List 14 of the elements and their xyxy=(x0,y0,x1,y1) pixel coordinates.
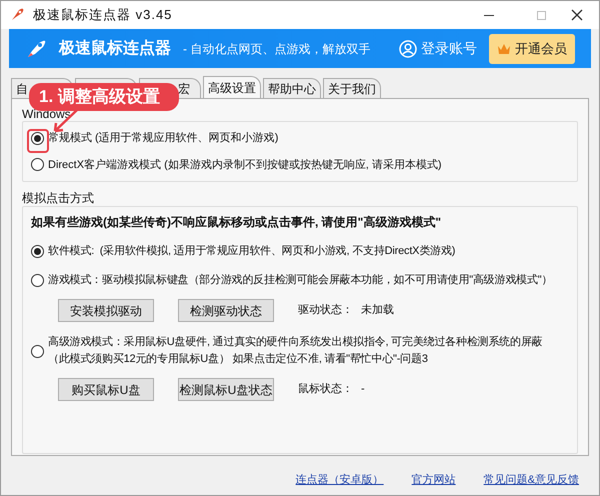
status-value: 未加载 xyxy=(361,303,394,318)
status-value: - xyxy=(361,382,365,398)
radio-label: 游戏模式：驱动模拟鼠标键盘（部分游戏的反挂检测可能会屏蔽本功能，如不可用请使用"高级游戏模式"） xyxy=(48,272,552,288)
slogan: - 自动化点网页、点游戏，解放双手 xyxy=(183,40,370,58)
app-name: 极速鼠标连点器 xyxy=(59,38,171,58)
window-title: 极速鼠标连点器 v3.45 xyxy=(33,6,172,24)
radio-label: DirectX客户端游戏模式 (如果游戏内录制不到按键或按热键无响应, 请采用本模式) xyxy=(48,158,442,172)
radio-label: 软件模式: (采用软件模拟, 适用于常规应用软件、网页和小游戏, 不支持DirectX类游戏) xyxy=(48,244,456,259)
radio-label: 高级游戏模式：采用鼠标U盘硬件, 通过真实的硬件向系统发出模拟指令, 可完美绕过各种检测系统的屏蔽 （此模式须购买12元的专用鼠标U盘） 如果点击定位不准, 请看"帮忙中心"-问题3 xyxy=(48,334,542,367)
notice-text: 如果有些游戏(如某些传奇)不响应鼠标移动或点击事件, 请使用"高级游戏模式" xyxy=(31,214,442,231)
status-label: 驱动状态： xyxy=(298,302,353,318)
status-label: 鼠标状态： xyxy=(298,382,353,398)
group-title: 模拟点击方式 xyxy=(22,190,95,206)
radio-label: 常规模式 (适用于常规应用软件、网页和小游戏) xyxy=(48,130,278,146)
